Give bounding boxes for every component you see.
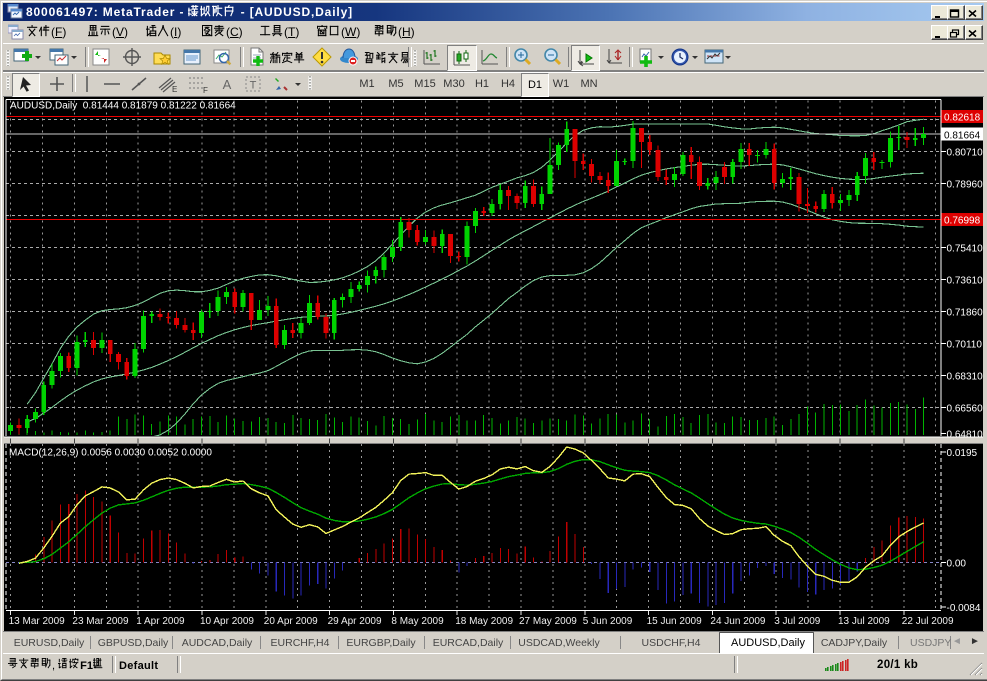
svg-text:0.76998: 0.76998 bbox=[944, 216, 981, 227]
svg-text:F: F bbox=[203, 86, 208, 94]
svg-text:22 Jul 2009: 22 Jul 2009 bbox=[902, 616, 954, 627]
svg-text:0.75410: 0.75410 bbox=[947, 244, 984, 255]
svg-text:T: T bbox=[250, 80, 257, 92]
svg-text:0.00: 0.00 bbox=[947, 559, 967, 570]
svg-text:0.71860: 0.71860 bbox=[947, 308, 984, 319]
svg-text:0.70110: 0.70110 bbox=[947, 340, 983, 351]
svg-text:5 Jun 2009: 5 Jun 2009 bbox=[583, 616, 633, 627]
svg-text:0.64810: 0.64810 bbox=[947, 430, 984, 441]
svg-text:20 Apr 2009: 20 Apr 2009 bbox=[264, 616, 318, 627]
svg-text:E: E bbox=[172, 85, 177, 94]
svg-text:15 Jun 2009: 15 Jun 2009 bbox=[647, 616, 702, 627]
svg-text:-0.0084: -0.0084 bbox=[947, 603, 981, 614]
svg-text:27 May 2009: 27 May 2009 bbox=[519, 616, 577, 627]
svg-text:23 Mar 2009: 23 Mar 2009 bbox=[72, 616, 129, 627]
svg-text:0.66560: 0.66560 bbox=[947, 404, 984, 415]
svg-text:AUDUSD,Daily 0.81444 0.81879: AUDUSD,Daily 0.81444 0.81879 0.81222 0.8… bbox=[10, 101, 236, 112]
svg-text:18 May 2009: 18 May 2009 bbox=[455, 616, 513, 627]
svg-text:1 Apr 2009: 1 Apr 2009 bbox=[136, 616, 185, 627]
svg-text:0.0195: 0.0195 bbox=[947, 448, 978, 459]
svg-text:13 Jul 2009: 13 Jul 2009 bbox=[838, 616, 890, 627]
svg-text:A: A bbox=[223, 77, 232, 92]
svg-text:8 May 2009: 8 May 2009 bbox=[391, 616, 444, 627]
svg-text:0.82618: 0.82618 bbox=[944, 113, 981, 124]
svg-text:24 Jun 2009: 24 Jun 2009 bbox=[710, 616, 765, 627]
svg-text:0.80710: 0.80710 bbox=[947, 148, 984, 159]
svg-text:13 Mar 2009: 13 Mar 2009 bbox=[9, 616, 66, 627]
svg-text:10 Apr 2009: 10 Apr 2009 bbox=[200, 616, 254, 627]
svg-text:29 Apr 2009: 29 Apr 2009 bbox=[328, 616, 382, 627]
svg-text:MACD(12,26,9) 0.0056 0.0030 0.: MACD(12,26,9) 0.0056 0.0030 0.0052 0.000… bbox=[9, 448, 212, 459]
svg-text:0.73610: 0.73610 bbox=[947, 276, 984, 287]
svg-text:0.78960: 0.78960 bbox=[947, 180, 984, 191]
svg-text:3 Jul 2009: 3 Jul 2009 bbox=[774, 616, 821, 627]
svg-text:0.68310: 0.68310 bbox=[947, 372, 984, 383]
svg-text:0.81664: 0.81664 bbox=[944, 130, 981, 141]
